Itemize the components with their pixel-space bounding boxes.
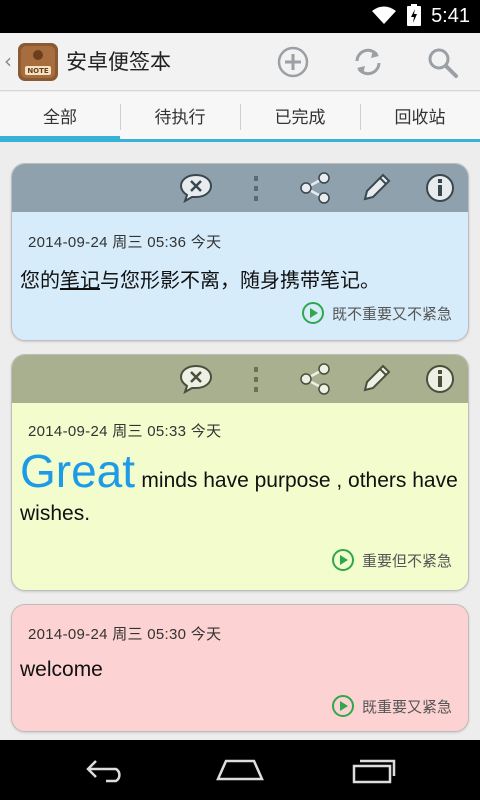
priority-label: 既不重要又不紧急 (301, 302, 452, 324)
info-icon[interactable] (422, 361, 458, 397)
priority-text: 重要但不紧急 (361, 551, 452, 570)
note-body[interactable]: 2014-09-24 周三 05:30 今天 welcome 既重要又紧急 (12, 605, 468, 731)
more-icon[interactable] (238, 170, 274, 206)
recents-icon[interactable] (344, 752, 404, 788)
add-icon[interactable] (273, 42, 313, 82)
note-body[interactable]: 2014-09-24 周三 05:36 今天 您的笔记与您形影不离，随身携带笔记… (12, 212, 468, 340)
battery-icon (407, 3, 422, 30)
search-icon[interactable] (422, 42, 462, 82)
tab-pending[interactable]: 待执行 (120, 92, 240, 139)
tab-label: 全部 (43, 108, 77, 128)
play-icon (331, 549, 354, 571)
back-icon[interactable] (76, 752, 136, 788)
priority-label: 重要但不紧急 (331, 549, 452, 571)
note-toolbar (12, 355, 468, 403)
note-card[interactable]: 2014-09-24 周三 05:33 今天 Great minds have … (11, 354, 469, 591)
note-card[interactable]: 2014-09-24 周三 05:36 今天 您的笔记与您形影不离，随身携带笔记… (11, 163, 469, 341)
note-text-part: 与您形影不离，随身携带笔记。 (100, 268, 380, 292)
note-body[interactable]: 2014-09-24 周三 05:33 今天 Great minds have … (12, 403, 468, 590)
note-list: 2014-09-24 周三 05:36 今天 您的笔记与您形影不离，随身携带笔记… (0, 145, 480, 740)
share-icon[interactable] (297, 361, 333, 397)
status-bar: 5:41 (0, 0, 480, 33)
note-text-part: 您的 (20, 268, 60, 292)
tab-all[interactable]: 全部 (0, 92, 120, 142)
note-datetime: 2014-09-24 周三 05:33 今天 (28, 423, 222, 440)
note-text-large: Great (20, 445, 136, 497)
wifi-icon (371, 5, 397, 29)
tab-label: 回收站 (394, 108, 446, 128)
play-icon (331, 695, 354, 717)
edit-icon[interactable] (358, 361, 394, 397)
priority-text: 既重要又紧急 (361, 697, 452, 716)
edit-icon[interactable] (358, 170, 394, 206)
delete-icon[interactable] (178, 170, 214, 206)
status-time: 5:41 (431, 5, 470, 27)
tab-recycle-bin[interactable]: 回收站 (360, 92, 480, 139)
priority-text: 既不重要又不紧急 (331, 304, 452, 323)
filter-tabs: 全部 待执行 已完成 回收站 (0, 92, 480, 142)
note-toolbar (12, 164, 468, 212)
play-icon (301, 302, 324, 324)
info-icon[interactable] (422, 170, 458, 206)
tab-label: 已完成 (274, 108, 326, 128)
up-chevron-icon[interactable]: ‹ (4, 49, 12, 73)
priority-label: 既重要又紧急 (331, 695, 452, 717)
system-nav-bar (0, 740, 480, 800)
logo-text: NOTE (27, 67, 49, 75)
home-icon[interactable] (210, 752, 270, 788)
more-icon[interactable] (238, 361, 274, 397)
share-icon[interactable] (297, 170, 333, 206)
note-text: Great minds have purpose , others have w… (20, 448, 458, 530)
app-title: 安卓便签本 (66, 50, 171, 74)
note-text-underlined: 笔记 (60, 268, 100, 292)
note-card[interactable]: 2014-09-24 周三 05:30 今天 welcome 既重要又紧急 (11, 604, 469, 732)
delete-icon[interactable] (178, 361, 214, 397)
note-text: 您的笔记与您形影不离，随身携带笔记。 (20, 264, 458, 293)
note-datetime: 2014-09-24 周三 05:36 今天 (28, 234, 222, 251)
tab-completed[interactable]: 已完成 (240, 92, 360, 139)
tab-label: 待执行 (154, 108, 206, 128)
sync-icon[interactable] (348, 42, 388, 82)
action-bar: ‹ NOTE 安卓便签本 (0, 33, 480, 91)
app-logo[interactable]: NOTE (17, 41, 59, 83)
note-datetime: 2014-09-24 周三 05:30 今天 (28, 626, 222, 643)
note-text: welcome (20, 658, 103, 681)
